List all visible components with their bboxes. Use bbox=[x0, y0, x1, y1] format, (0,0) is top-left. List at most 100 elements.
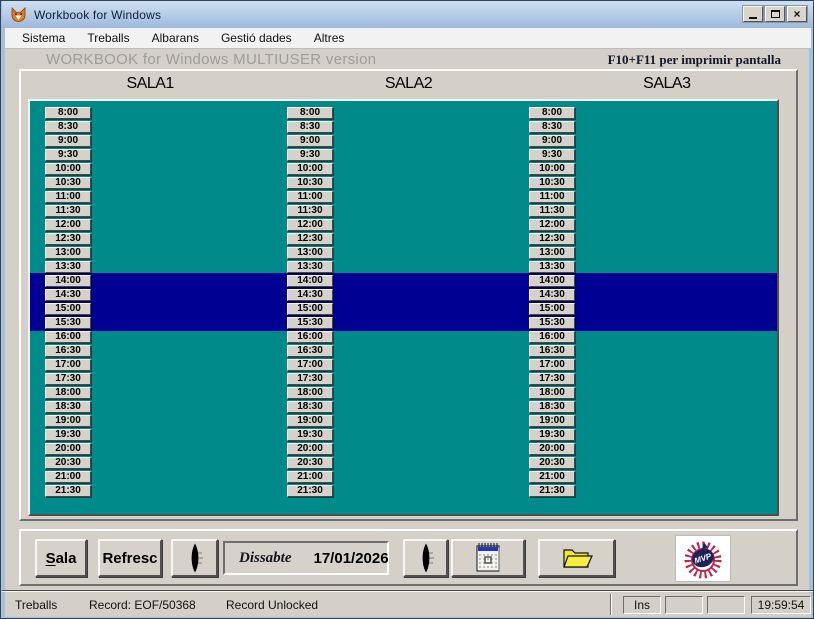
time-slot-button[interactable]: 18:30 bbox=[287, 401, 333, 413]
time-slot-button[interactable]: 19:30 bbox=[529, 429, 575, 441]
time-slot-button[interactable]: 13:30 bbox=[529, 261, 575, 273]
time-slot-button[interactable]: 8:30 bbox=[45, 121, 91, 133]
time-slot-button[interactable]: 19:00 bbox=[45, 415, 91, 427]
time-slot-button[interactable]: 18:00 bbox=[45, 387, 91, 399]
time-slot-button[interactable]: 11:00 bbox=[529, 191, 575, 203]
menu-item-sistema[interactable]: Sistema bbox=[13, 29, 74, 47]
time-slot-button[interactable]: 18:30 bbox=[45, 401, 91, 413]
time-slot-button[interactable]: 20:30 bbox=[529, 457, 575, 469]
time-slot-button[interactable]: 13:30 bbox=[45, 261, 91, 273]
time-slot-button[interactable]: 18:30 bbox=[529, 401, 575, 413]
time-slot-button[interactable]: 20:00 bbox=[45, 443, 91, 455]
time-slot-button[interactable]: 19:00 bbox=[529, 415, 575, 427]
room-header-sala2: SALA2 bbox=[279, 75, 537, 93]
time-slot-button[interactable]: 19:30 bbox=[287, 429, 333, 441]
time-slot-button[interactable]: 17:30 bbox=[45, 373, 91, 385]
time-slot-button[interactable]: 11:30 bbox=[287, 205, 333, 217]
menu-item-treballs[interactable]: Treballs bbox=[78, 29, 138, 47]
time-slot-button[interactable]: 12:30 bbox=[529, 233, 575, 245]
time-slot-button[interactable]: 20:00 bbox=[529, 443, 575, 455]
time-slot-button[interactable]: 15:00 bbox=[287, 303, 333, 315]
time-slot-button[interactable]: 10:30 bbox=[287, 177, 333, 189]
time-slot-button[interactable]: 14:00 bbox=[287, 275, 333, 287]
time-slot-button[interactable]: 19:30 bbox=[45, 429, 91, 441]
title-bar[interactable]: Workbook for Windows × bbox=[2, 1, 814, 28]
time-slot-button[interactable]: 10:00 bbox=[529, 163, 575, 175]
time-slot-button[interactable]: 21:30 bbox=[45, 485, 91, 497]
time-slot-button[interactable]: 9:30 bbox=[45, 149, 91, 161]
time-slot-button[interactable]: 11:00 bbox=[45, 191, 91, 203]
time-slot-button[interactable]: 12:00 bbox=[529, 219, 575, 231]
time-slot-button[interactable]: 16:30 bbox=[529, 345, 575, 357]
time-slot-button[interactable]: 11:00 bbox=[287, 191, 333, 203]
time-slot-button[interactable]: 9:00 bbox=[529, 135, 575, 147]
time-slot-button[interactable]: 14:00 bbox=[529, 275, 575, 287]
maximize-button[interactable] bbox=[765, 6, 785, 22]
time-slot-button[interactable]: 15:30 bbox=[45, 317, 91, 329]
time-slot-button[interactable]: 9:00 bbox=[45, 135, 91, 147]
time-slot-button[interactable]: 17:30 bbox=[287, 373, 333, 385]
time-slot-button[interactable]: 17:00 bbox=[45, 359, 91, 371]
time-slot-button[interactable]: 8:00 bbox=[529, 107, 575, 119]
time-slot-button[interactable]: 17:00 bbox=[287, 359, 333, 371]
time-slot-button[interactable]: 17:30 bbox=[529, 373, 575, 385]
menu-item-altres[interactable]: Altres bbox=[305, 29, 354, 47]
time-slot-button[interactable]: 16:00 bbox=[45, 331, 91, 343]
menu-item-albarans[interactable]: Albarans bbox=[143, 29, 208, 47]
time-slot-button[interactable]: 18:00 bbox=[529, 387, 575, 399]
time-slot-button[interactable]: 13:00 bbox=[529, 247, 575, 259]
time-slot-button[interactable]: 14:30 bbox=[45, 289, 91, 301]
time-slot-button[interactable]: 21:00 bbox=[529, 471, 575, 483]
time-slot-button[interactable]: 14:30 bbox=[529, 289, 575, 301]
next-day-button[interactable] bbox=[403, 539, 448, 577]
time-slot-button[interactable]: 21:30 bbox=[287, 485, 333, 497]
refresc-button[interactable]: Refresc bbox=[98, 539, 162, 577]
time-slot-button[interactable]: 8:30 bbox=[287, 121, 333, 133]
time-slot-button[interactable]: 21:00 bbox=[45, 471, 91, 483]
time-slot-button[interactable]: 20:30 bbox=[287, 457, 333, 469]
time-slot-button[interactable]: 20:30 bbox=[45, 457, 91, 469]
time-slot-button[interactable]: 9:30 bbox=[529, 149, 575, 161]
time-slot-button[interactable]: 20:00 bbox=[287, 443, 333, 455]
calendar-button[interactable] bbox=[451, 539, 525, 577]
time-slot-button[interactable]: 18:00 bbox=[287, 387, 333, 399]
time-slot-button[interactable]: 9:00 bbox=[287, 135, 333, 147]
time-slot-button[interactable]: 12:30 bbox=[45, 233, 91, 245]
time-slot-button[interactable]: 8:00 bbox=[287, 107, 333, 119]
time-slot-button[interactable]: 16:00 bbox=[287, 331, 333, 343]
open-folder-button[interactable] bbox=[538, 539, 615, 577]
time-slot-button[interactable]: 15:00 bbox=[529, 303, 575, 315]
sala-button[interactable]: Sala bbox=[35, 539, 87, 577]
time-slot-button[interactable]: 12:30 bbox=[287, 233, 333, 245]
time-slot-button[interactable]: 14:30 bbox=[287, 289, 333, 301]
time-slot-button[interactable]: 13:00 bbox=[287, 247, 333, 259]
time-slot-button[interactable]: 9:30 bbox=[287, 149, 333, 161]
close-button[interactable]: × bbox=[787, 6, 807, 22]
time-slot-button[interactable]: 13:30 bbox=[287, 261, 333, 273]
time-slot-button[interactable]: 21:30 bbox=[529, 485, 575, 497]
time-slot-button[interactable]: 10:30 bbox=[45, 177, 91, 189]
time-slot-button[interactable]: 8:30 bbox=[529, 121, 575, 133]
time-slot-button[interactable]: 11:30 bbox=[529, 205, 575, 217]
time-slot-button[interactable]: 17:00 bbox=[529, 359, 575, 371]
menu-item-gestio-dades[interactable]: Gestió dades bbox=[212, 29, 301, 47]
prev-day-button[interactable] bbox=[171, 539, 218, 577]
time-slot-button[interactable]: 11:30 bbox=[45, 205, 91, 217]
time-slot-button[interactable]: 21:00 bbox=[287, 471, 333, 483]
time-slot-button[interactable]: 12:00 bbox=[287, 219, 333, 231]
time-slot-button[interactable]: 10:00 bbox=[287, 163, 333, 175]
time-slot-button[interactable]: 15:30 bbox=[529, 317, 575, 329]
time-slot-button[interactable]: 15:00 bbox=[45, 303, 91, 315]
time-slot-button[interactable]: 14:00 bbox=[45, 275, 91, 287]
time-slot-button[interactable]: 12:00 bbox=[45, 219, 91, 231]
time-slot-button[interactable]: 19:00 bbox=[287, 415, 333, 427]
time-slot-button[interactable]: 8:00 bbox=[45, 107, 91, 119]
time-slot-button[interactable]: 15:30 bbox=[287, 317, 333, 329]
time-slot-button[interactable]: 10:30 bbox=[529, 177, 575, 189]
time-slot-button[interactable]: 10:00 bbox=[45, 163, 91, 175]
time-slot-button[interactable]: 16:30 bbox=[45, 345, 91, 357]
minimize-button[interactable] bbox=[743, 6, 763, 22]
time-slot-button[interactable]: 13:00 bbox=[45, 247, 91, 259]
time-slot-button[interactable]: 16:30 bbox=[287, 345, 333, 357]
time-slot-button[interactable]: 16:00 bbox=[529, 331, 575, 343]
